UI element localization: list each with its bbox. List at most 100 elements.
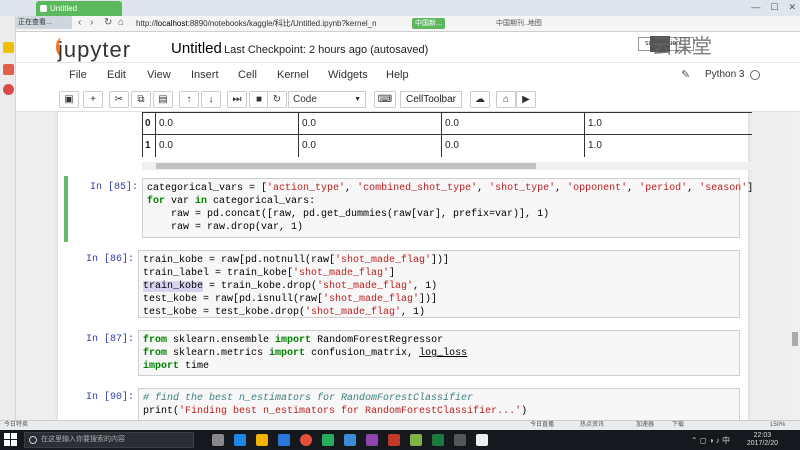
url-field[interactable]: http://localhost:8890/notebooks/kaggle/科… [136,18,377,29]
clock-date: 2017/2/20 [746,440,778,447]
scrollbar-thumb[interactable] [156,163,536,169]
status-item[interactable]: 今日直播 [530,421,554,430]
zoom-level[interactable]: 150% [770,421,785,430]
minimize-icon[interactable]: — [751,2,760,13]
code-line: test_kobe = test_kobe.drop('shot_made_fl… [143,307,426,318]
table-cell: 0.0 [155,112,299,135]
edit-pencil-icon[interactable]: ✎ [681,68,690,81]
code-line: print('Finding best n_estimators for Ran… [143,406,528,417]
screen: Untitled — ☐ ✕ 正在查看... ‹ › ↻ ⌂ http://lo… [0,0,800,450]
task-view-icon[interactable] [212,434,224,446]
app-icon[interactable] [322,434,334,446]
edge-icon[interactable] [234,434,246,446]
status-item[interactable]: 下载 [672,421,684,430]
code-line: train_kobe = raw[pd.notnull(raw['shot_ma… [143,255,450,266]
video-icon[interactable]: ▶ [516,91,536,108]
browser-app-icon[interactable] [344,434,356,446]
browser-tab[interactable]: Untitled [36,1,122,16]
cut-icon[interactable]: ✂ [109,91,129,108]
chrome-icon[interactable] [300,434,312,446]
bookmark-link[interactable]: 中国期刊..地图 [496,18,542,28]
code-cell-90[interactable]: In [90]: # find the best n_estimators fo… [68,386,752,420]
status-item[interactable]: 热点资讯 [580,421,604,430]
code-line: import time [143,361,210,372]
green-tag[interactable]: 中国新... [412,18,445,29]
code-cell-85[interactable]: In [85]: categorical_vars = ['action_typ… [64,176,753,242]
cell-prompt: In [87]: [85,334,134,345]
code-input[interactable]: from sklearn.ensemble import RandomFores… [138,330,740,376]
home-icon[interactable]: ⌂ [118,17,124,28]
code-line: train_kobe = train_kobe.drop('shot_made_… [143,281,438,292]
video-app-icon[interactable] [388,434,400,446]
code-cell-86[interactable]: In [86]: train_kobe = raw[pd.notnull(raw… [68,248,752,320]
status-left[interactable]: 今日特卖 [4,421,28,430]
add-cell-icon[interactable]: + [83,91,103,108]
forward-icon[interactable]: › [90,17,93,28]
app2-icon[interactable] [410,434,422,446]
row-index: 1 [142,134,156,157]
excel-icon[interactable] [432,434,444,446]
menu-cell[interactable]: Cell [238,69,257,81]
cell-type-select[interactable]: Code ▼ [288,91,366,108]
cell-type-value: Code [293,94,317,105]
copy-icon[interactable]: ⧉ [131,91,151,108]
app3-icon[interactable] [454,434,466,446]
save-icon[interactable]: ▣ [59,91,79,108]
taskbar-search[interactable]: 在这里输入你要搜索的内容 [24,432,194,448]
menu-view[interactable]: View [147,69,171,81]
menu-widgets[interactable]: Widgets [328,69,368,81]
restart-icon[interactable]: ↻ [267,91,287,108]
system-tray[interactable]: ⌃ ◻ ◑ ♪ 中 [691,435,730,446]
jupyter-logo[interactable]: jupyter [58,37,131,63]
code-line: from sklearn.metrics import confusion_ma… [143,348,468,359]
code-cell-87[interactable]: In [87]: from sklearn.ensemble import Ra… [68,328,752,378]
cell-prompt: In [85]: [89,182,138,193]
gift-icon[interactable]: ⌂ [496,91,516,108]
explorer-icon[interactable] [256,434,268,446]
menu-help[interactable]: Help [386,69,409,81]
maximize-icon[interactable]: ☐ [770,2,778,13]
refresh-icon[interactable]: ↻ [104,17,112,28]
windows-start-icon[interactable] [4,433,18,447]
move-down-icon[interactable]: ↓ [201,91,221,108]
back-icon[interactable]: ‹ [78,17,81,28]
status-item[interactable]: 加速器 [636,421,654,430]
store-icon[interactable] [278,434,290,446]
paste-icon[interactable]: ▤ [153,91,173,108]
run-icon[interactable]: ⏭ [227,91,247,108]
clock[interactable]: 22:03 2017/2/20 [747,432,778,448]
close-icon[interactable]: ✕ [788,2,796,13]
code-line: # find the best n_estimators for RandomF… [143,393,474,404]
browser-tabstrip: Untitled — ☐ ✕ [0,0,800,16]
cell-prompt: In [86]: [85,254,134,265]
row-index: 0 [142,112,156,135]
star-icon[interactable] [3,42,14,53]
code-input[interactable]: train_kobe = raw[pd.notnull(raw['shot_ma… [138,250,740,318]
stop-icon[interactable]: ■ [249,91,269,108]
app4-icon[interactable] [476,434,488,446]
menu-edit[interactable]: Edit [107,69,126,81]
media-app-icon[interactable] [366,434,378,446]
scrollbar-thumb[interactable] [792,332,798,346]
notebook-title[interactable]: Untitled [171,40,222,57]
browser-statusbar: 今日特卖 今日直播 热点资讯 加速器 下载 150% [0,420,800,430]
browser-sidebar [0,16,16,420]
tab-title: Untitled [50,4,78,13]
celltoolbar-button[interactable]: CellToolbar [400,91,462,108]
move-up-icon[interactable]: ↑ [179,91,199,108]
code-line: raw = pd.concat([raw, pd.get_dummies(raw… [147,209,550,220]
target-icon[interactable] [3,84,14,95]
menu-insert[interactable]: Insert [191,69,219,81]
upload-cloud-icon[interactable]: ☁ [470,91,490,108]
vertical-scrollbar[interactable] [790,112,800,420]
cell-prompt: In [90]: [85,392,134,403]
code-input[interactable]: categorical_vars = ['action_type', 'comb… [142,178,753,238]
url-protocol: http:// [136,19,157,28]
horizontal-scrollbar[interactable] [142,162,754,170]
code-input[interactable]: # find the best n_estimators for RandomF… [138,388,740,420]
keyboard-icon[interactable]: ⌨ [374,91,396,108]
menu-file[interactable]: File [69,69,87,81]
code-line: from sklearn.ensemble import RandomFores… [143,335,444,346]
weibo-icon[interactable] [3,64,14,75]
menu-kernel[interactable]: Kernel [277,69,309,81]
